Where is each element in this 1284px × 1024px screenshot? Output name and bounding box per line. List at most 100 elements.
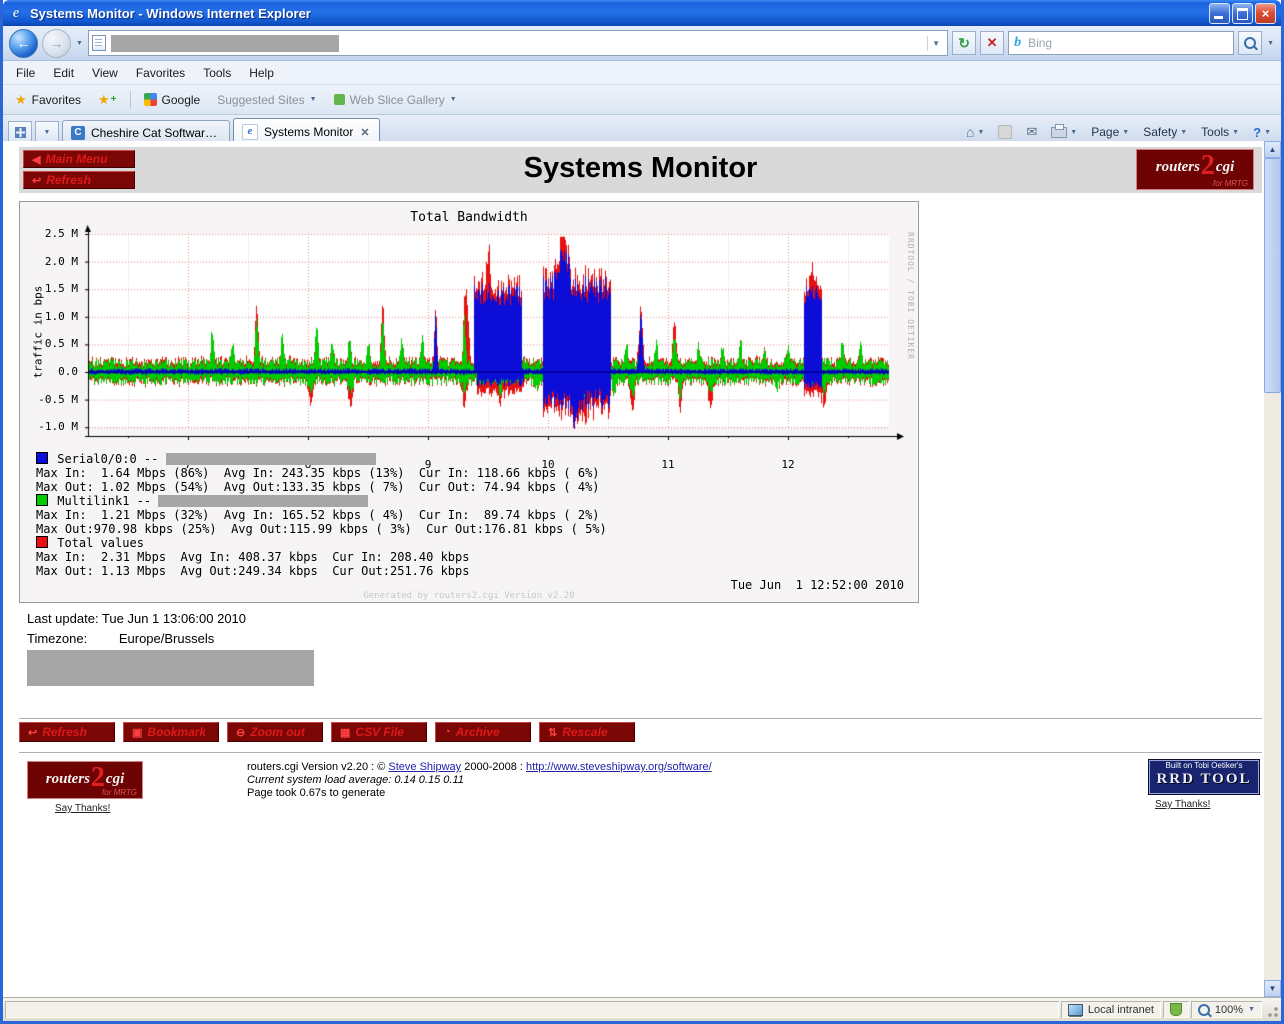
legend-line: Max In: 1.64 Mbps (86%) Avg In: 243.35 k… bbox=[36, 466, 908, 480]
timezone-row: Timezone: Europe/Brussels bbox=[27, 631, 214, 646]
favorites-item-suggested-sites[interactable]: Suggested Sites ▼ bbox=[210, 90, 323, 110]
plus-icon: + bbox=[111, 94, 117, 105]
feeds-button[interactable] bbox=[993, 123, 1017, 141]
zoom-out-button[interactable]: ⊖Zoom out bbox=[227, 722, 323, 742]
y-tick-label: 0.5 M bbox=[22, 337, 78, 350]
home-icon: ⌂ bbox=[966, 124, 974, 140]
menu-favorites[interactable]: Favorites bbox=[127, 62, 194, 84]
rrdtool-watermark: RRDTOOL / TOBI OETIKER bbox=[906, 232, 915, 360]
say-thanks-link[interactable]: Say Thanks! bbox=[1155, 799, 1210, 810]
minimize-button[interactable] bbox=[1209, 3, 1230, 24]
scrollbar-thumb[interactable] bbox=[1264, 158, 1281, 393]
bookmark-button[interactable]: ▣Bookmark bbox=[123, 722, 219, 742]
close-tab-icon[interactable]: ✕ bbox=[359, 126, 370, 139]
graph-generated-by: Generated by routers2.cgi Version v2.20 bbox=[20, 591, 918, 601]
print-icon bbox=[1051, 127, 1067, 138]
navigation-bar: ← → ▼ ▼ ↻ ✕ b ▼ bbox=[3, 26, 1281, 61]
redacted-box bbox=[158, 495, 368, 507]
divider bbox=[19, 718, 1262, 719]
tools-menu-button[interactable]: Tools▼ bbox=[1196, 123, 1244, 141]
home-button[interactable]: ⌂▼ bbox=[961, 122, 989, 142]
page-footer: routers2cgi for MRTG Say Thanks! routers… bbox=[19, 759, 1262, 829]
y-tick-label: 1.5 M bbox=[22, 282, 78, 295]
menu-edit[interactable]: Edit bbox=[44, 62, 83, 84]
search-box[interactable]: b bbox=[1008, 31, 1234, 55]
stop-button[interactable]: ✕ bbox=[980, 31, 1004, 55]
software-url-link[interactable]: http://www.steveshipway.org/software/ bbox=[526, 761, 712, 773]
legend-line: Multilink1 -- bbox=[36, 494, 908, 508]
routers2cgi-footer-logo: routers2cgi for MRTG bbox=[27, 761, 143, 799]
redacted-box bbox=[27, 650, 314, 686]
ie-logo-icon: e bbox=[8, 5, 24, 22]
favorites-item-web-slice-gallery[interactable]: Web Slice Gallery ▼ bbox=[327, 90, 464, 110]
legend-swatch bbox=[36, 536, 48, 548]
legend-line: Max Out: 1.13 Mbps Avg Out:249.34 kbps C… bbox=[36, 564, 908, 578]
footer-line-2: Current system load average: 0.14 0.15 0… bbox=[247, 774, 712, 787]
zoom-control[interactable]: 100% ▼ bbox=[1191, 1001, 1262, 1018]
bookmark-icon: ▣ bbox=[132, 726, 142, 739]
menu-help[interactable]: Help bbox=[240, 62, 283, 84]
intranet-icon bbox=[1068, 1004, 1083, 1016]
favorites-button[interactable]: ★ Favorites bbox=[8, 89, 88, 111]
bandwidth-graph-panel: Total Bandwidth traffic in bps 2.5 M2.0 … bbox=[19, 201, 919, 603]
chevron-down-icon: ▼ bbox=[1264, 129, 1271, 136]
search-button[interactable] bbox=[1238, 31, 1262, 55]
say-thanks-link[interactable]: Say Thanks! bbox=[55, 803, 110, 814]
y-tick-label: 2.5 M bbox=[22, 227, 78, 240]
vertical-scrollbar[interactable]: ▲ ▼ bbox=[1264, 141, 1281, 997]
scroll-up-icon[interactable]: ▲ bbox=[1264, 141, 1281, 158]
graph-timestamp: Tue Jun 1 12:52:00 2010 bbox=[731, 578, 904, 592]
redacted-box bbox=[166, 453, 376, 465]
csv-file-button[interactable]: ▦CSV File bbox=[331, 722, 427, 742]
safety-menu-button[interactable]: Safety▼ bbox=[1138, 123, 1192, 141]
csv-file-icon: ▦ bbox=[340, 726, 350, 739]
rescale-button[interactable]: ⇅Rescale bbox=[539, 722, 635, 742]
bandwidth-graph-canvas bbox=[83, 224, 907, 446]
web-page: ◀ Main Menu ↩ Refresh Systems Monitor ro… bbox=[3, 141, 1264, 997]
timezone-label: Timezone: bbox=[27, 631, 87, 646]
menu-view[interactable]: View bbox=[83, 62, 127, 84]
divider bbox=[19, 752, 1262, 753]
refresh-button[interactable]: ↩Refresh bbox=[19, 722, 115, 742]
favorites-item-google[interactable]: Google bbox=[137, 90, 208, 110]
refresh-icon: ↩ bbox=[28, 726, 37, 739]
close-button[interactable]: × bbox=[1255, 3, 1276, 24]
steve-shipway-link[interactable]: Steve Shipway bbox=[388, 761, 461, 773]
quick-tabs-button[interactable] bbox=[8, 121, 32, 143]
action-button-row: ↩Refresh ▣Bookmark ⊖Zoom out ▦CSV File ◔Arch… bbox=[19, 722, 635, 742]
add-favorite-button[interactable]: ★+ bbox=[91, 89, 124, 111]
print-button[interactable]: ▼ bbox=[1046, 125, 1082, 140]
y-tick-label: 0.0 bbox=[22, 365, 78, 378]
address-dropdown-icon[interactable]: ▼ bbox=[927, 36, 944, 51]
search-options-dropdown-icon[interactable]: ▼ bbox=[1266, 40, 1275, 47]
scroll-down-icon[interactable]: ▼ bbox=[1264, 980, 1281, 997]
read-mail-button[interactable]: ✉ bbox=[1021, 122, 1042, 142]
help-icon: ? bbox=[1253, 125, 1261, 140]
tab-list-button[interactable]: ▼ bbox=[35, 121, 59, 143]
legend-line: Max Out:970.98 kbps (25%) Avg Out:115.99… bbox=[36, 522, 908, 536]
zoom-level: 100% bbox=[1215, 1004, 1243, 1016]
chevron-down-icon: ▼ bbox=[1122, 129, 1129, 136]
menu-file[interactable]: File bbox=[7, 62, 44, 84]
chevron-down-icon[interactable]: ▼ bbox=[1248, 1006, 1255, 1013]
restore-button[interactable] bbox=[1232, 3, 1253, 24]
chevron-down-icon: ▼ bbox=[1180, 129, 1187, 136]
refresh-page-button[interactable]: ↻ bbox=[952, 31, 976, 55]
address-bar[interactable]: ▼ bbox=[88, 30, 948, 56]
search-input[interactable] bbox=[1026, 35, 1228, 51]
resize-grip[interactable] bbox=[1264, 1001, 1279, 1018]
legend-swatch bbox=[36, 452, 48, 464]
back-button[interactable]: ← bbox=[9, 29, 38, 58]
browser-window: e Systems Monitor - Windows Internet Exp… bbox=[0, 0, 1284, 1024]
page-menu-button[interactable]: Page▼ bbox=[1086, 123, 1134, 141]
archive-icon: ◔ bbox=[444, 726, 451, 738]
history-dropdown-icon[interactable]: ▼ bbox=[75, 40, 84, 47]
menu-tools[interactable]: Tools bbox=[194, 62, 240, 84]
favorites-bar: ★ Favorites ★+ Google Suggested Sites ▼ … bbox=[3, 85, 1281, 115]
archive-button[interactable]: ◔Archive bbox=[435, 722, 531, 742]
graph-legend: Serial0/0:0 -- Max In: 1.64 Mbps (86%) A… bbox=[36, 452, 908, 578]
forward-button[interactable]: → bbox=[42, 29, 71, 58]
help-button[interactable]: ?▼ bbox=[1248, 123, 1276, 142]
y-tick-label: -0.5 M bbox=[22, 393, 78, 406]
chevron-down-icon: ▼ bbox=[44, 129, 51, 136]
